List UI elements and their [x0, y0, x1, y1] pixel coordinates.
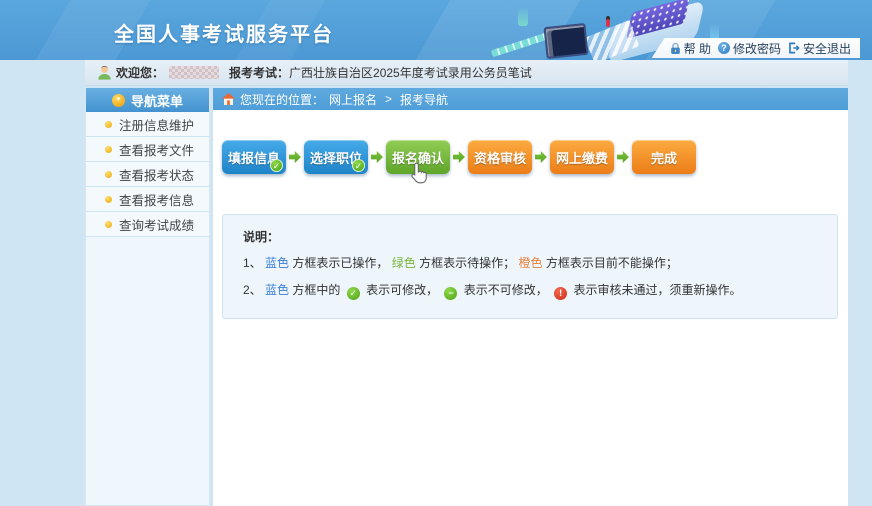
step-fill-info[interactable]: 填报信息 ✓ — [222, 140, 286, 174]
sidebar-item-register-info[interactable]: 注册信息维护 — [86, 112, 209, 137]
step-label: 完成 — [651, 148, 677, 167]
step-label: 资格审核 — [474, 148, 526, 167]
note-text: 表示不可修改， — [464, 283, 548, 297]
sidebar-item-label: 查看报考状态 — [119, 165, 194, 184]
step-select-position[interactable]: 选择职位 ✓ — [304, 140, 368, 174]
note-text: 方框表示已操作， — [292, 256, 388, 270]
bullet-icon — [105, 146, 112, 153]
illus-person — [606, 16, 610, 27]
sidebar-title: 导航菜单 — [131, 91, 183, 110]
flow-arrow-icon — [371, 151, 383, 164]
home-icon — [222, 93, 235, 105]
note-blue-word: 蓝色 — [265, 256, 289, 270]
bullet-icon — [105, 221, 112, 228]
user-avatar-icon — [97, 65, 112, 80]
logout-label: 安全退出 — [803, 40, 851, 57]
note-text: 表示审核未通过，须重新操作。 — [574, 283, 742, 297]
flow-arrow-icon — [453, 151, 465, 164]
question-icon: ? — [718, 42, 730, 54]
note-line-2: 2、 蓝色 方框中的 ✓ 表示可修改， − 表示不可修改， ! 表示审核未通过，… — [243, 281, 817, 300]
note-text: 方框表示目前不能操作； — [546, 256, 678, 270]
help-label: 帮 助 — [684, 40, 711, 57]
welcome-bar: 欢迎您： 报考考试： 广西壮族自治区2025年度考试录用公务员笔试 — [85, 60, 848, 86]
note-text: 表示可修改， — [366, 283, 438, 297]
app-header: 全国人事考试服务平台 帮 助 ? 修改密码 安全退出 — [0, 0, 872, 60]
bullet-icon — [105, 121, 112, 128]
utility-bar: 帮 助 ? 修改密码 安全退出 — [652, 38, 860, 58]
step-qualification-review[interactable]: 资格审核 — [468, 140, 532, 174]
breadcrumb-section: 网上报名 — [329, 91, 377, 108]
step-label: 网上缴费 — [556, 148, 608, 167]
check-badge-icon: ✓ — [270, 159, 283, 172]
help-button[interactable]: 帮 助 — [670, 40, 711, 57]
note-line-1: 1、 蓝色 方框表示已操作， 绿色 方框表示待操作； 橙色 方框表示目前不能操作… — [243, 254, 817, 272]
change-password-button[interactable]: ? 修改密码 — [718, 40, 781, 57]
step-confirm-registration[interactable]: 报名确认 — [386, 140, 450, 174]
notes-panel: 说明： 1、 蓝色 方框表示已操作， 绿色 方框表示待操作； 橙色 方框表示目前… — [222, 214, 838, 319]
cursor-hand-icon — [410, 162, 429, 187]
breadcrumb: 您现在的位置： 网上报名 > 报考导航 — [213, 88, 848, 110]
breadcrumb-current: 报考导航 — [400, 91, 448, 108]
main-content: 您现在的位置： 网上报名 > 报考导航 填报信息 ✓ 选择职位 ✓ 报名确认 资… — [213, 88, 848, 506]
breadcrumb-separator: > — [385, 92, 392, 106]
app-title: 全国人事考试服务平台 — [114, 18, 334, 47]
step-finish[interactable]: 完成 — [632, 140, 696, 174]
logout-button[interactable]: 安全退出 — [788, 40, 851, 57]
note-text: 方框中的 — [292, 283, 340, 297]
header-streak — [398, 0, 592, 60]
greeting-label: 欢迎您： — [116, 64, 164, 81]
note-text: 1、 — [243, 256, 262, 270]
sidebar-item-label: 查询考试成绩 — [119, 215, 194, 234]
sidebar-item-label: 查看报考信息 — [119, 190, 194, 209]
page: { "header": { "title": "全国人事考试服务平台", "ut… — [0, 0, 872, 506]
chevron-down-icon: ▼ — [112, 94, 125, 107]
step-online-payment[interactable]: 网上缴费 — [550, 140, 614, 174]
sidebar-item-exam-status[interactable]: 查看报考状态 — [86, 162, 209, 187]
note-text: 方框表示待操作； — [419, 256, 515, 270]
illus-stairs — [585, 20, 640, 60]
flow-arrow-icon — [289, 151, 301, 164]
minus-circle-icon: − — [444, 287, 457, 300]
masked-username — [169, 66, 219, 79]
sidebar-item-exam-info[interactable]: 查看报考信息 — [86, 187, 209, 212]
sidebar-item-label: 查看报考文件 — [119, 140, 194, 159]
bullet-icon — [105, 171, 112, 178]
note-blue-word: 蓝色 — [265, 283, 289, 297]
check-badge-icon: ✓ — [352, 159, 365, 172]
sidebar-item-label: 注册信息维护 — [119, 115, 194, 134]
sidebar-item-exam-scores[interactable]: 查询考试成绩 — [86, 212, 209, 237]
notes-title: 说明： — [243, 228, 817, 245]
lock-icon — [670, 42, 681, 55]
process-flow: 填报信息 ✓ 选择职位 ✓ 报名确认 资格审核 网上缴费 完成 — [222, 137, 848, 177]
note-orange-word: 橙色 — [518, 256, 542, 270]
sidebar-item-exam-files[interactable]: 查看报考文件 — [86, 137, 209, 162]
flow-arrow-icon — [535, 151, 547, 164]
note-text: 2、 — [243, 283, 262, 297]
exclamation-circle-icon: ! — [554, 287, 567, 300]
check-circle-icon: ✓ — [347, 287, 360, 300]
note-green-word: 绿色 — [392, 256, 416, 270]
breadcrumb-location-label: 您现在的位置： — [240, 91, 324, 108]
exit-icon — [788, 42, 800, 54]
sidebar-header[interactable]: ▼ 导航菜单 — [86, 88, 209, 112]
exam-name: 广西壮族自治区2025年度考试录用公务员笔试 — [289, 64, 532, 81]
flow-arrow-icon — [617, 151, 629, 164]
bullet-icon — [105, 196, 112, 203]
exam-label: 报考考试： — [229, 64, 289, 81]
sidebar: ▼ 导航菜单 注册信息维护 查看报考文件 查看报考状态 查看报考信息 查询考试成… — [85, 88, 210, 506]
change-password-label: 修改密码 — [733, 40, 781, 57]
